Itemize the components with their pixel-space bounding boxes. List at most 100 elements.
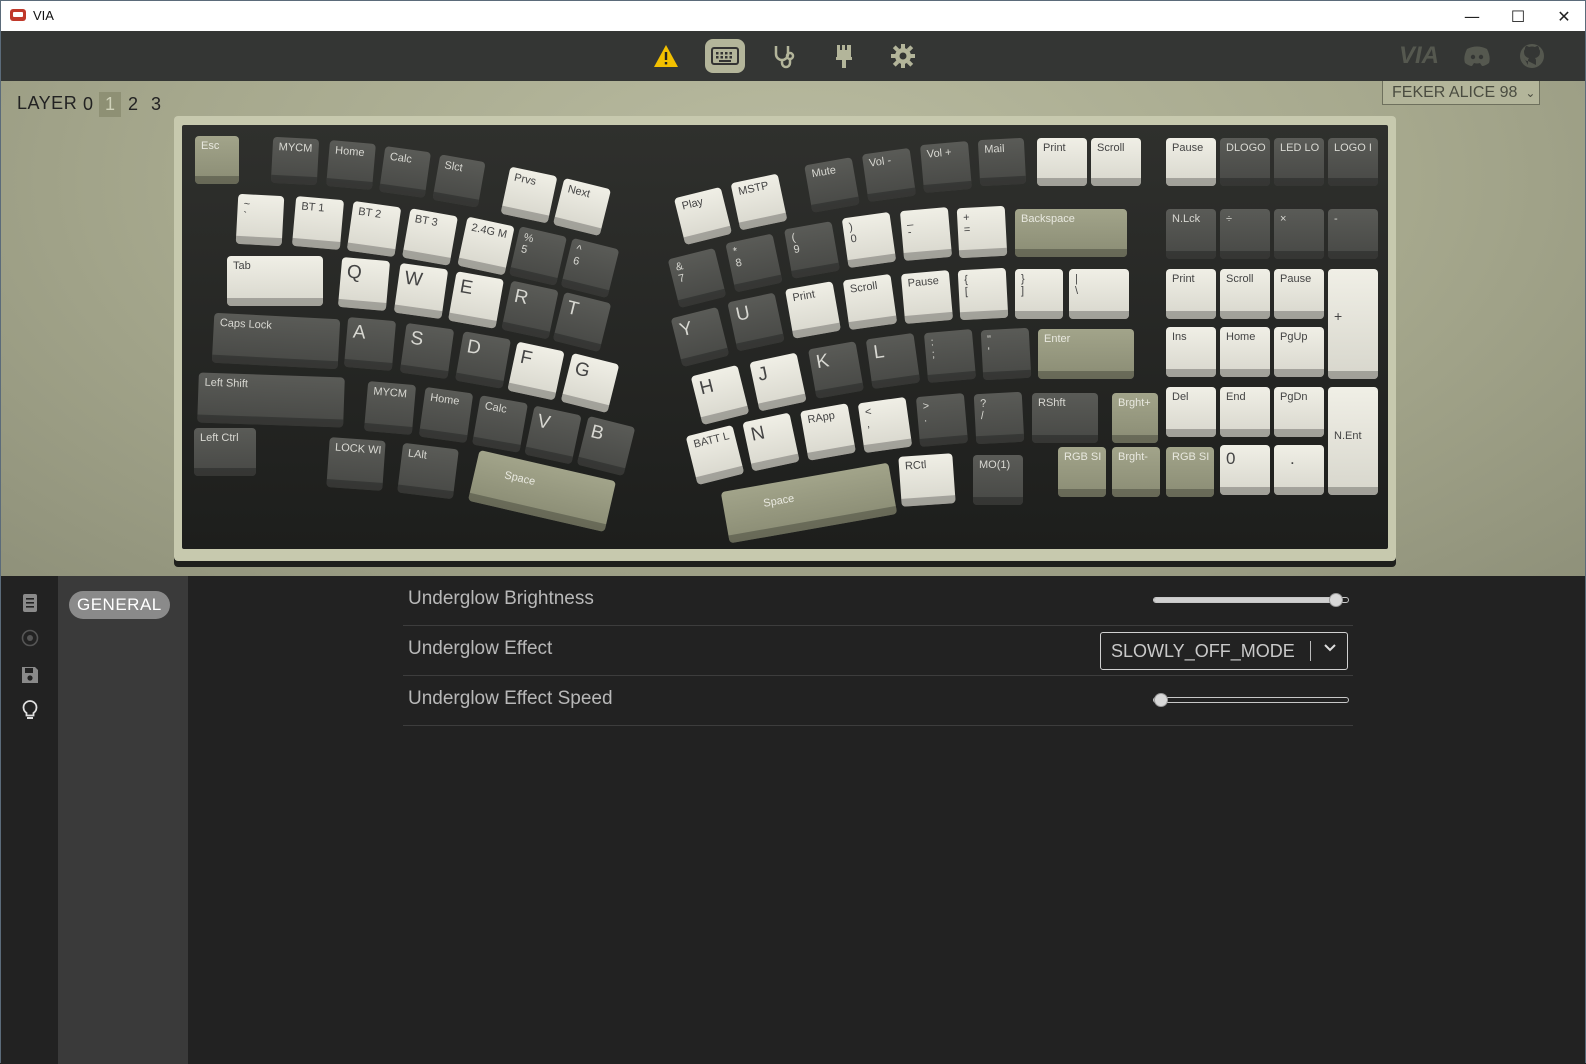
key-u[interactable]: U xyxy=(727,292,785,352)
key-pgdn[interactable]: PgDn xyxy=(1274,387,1324,437)
key-batt-l[interactable]: BATT L xyxy=(685,424,745,486)
key-np-scroll[interactable]: Scroll xyxy=(1220,269,1270,319)
lightbulb-icon[interactable] xyxy=(19,699,41,721)
key-a[interactable]: A xyxy=(343,317,397,371)
key-minus[interactable]: _ - xyxy=(899,207,953,261)
via-logo[interactable]: VIA xyxy=(1399,41,1439,71)
key-space-right[interactable]: Space xyxy=(720,462,898,544)
key-d[interactable]: D xyxy=(455,331,511,389)
key-pause-2[interactable]: Pause xyxy=(900,270,954,324)
speed-slider[interactable] xyxy=(1153,693,1349,707)
key-multiply[interactable]: × xyxy=(1274,209,1324,259)
key-period[interactable]: > . xyxy=(915,393,969,447)
key-scroll[interactable]: Scroll xyxy=(1091,138,1141,186)
key-led-lo[interactable]: LED LO xyxy=(1274,138,1324,186)
chevron-down-icon[interactable] xyxy=(1323,641,1337,658)
effect-select[interactable]: SLOWLY_OFF_MODE xyxy=(1100,632,1348,670)
key-right-bracket[interactable]: } ] xyxy=(1015,269,1063,319)
key-comma[interactable]: < , xyxy=(857,396,913,454)
key-ins[interactable]: Ins xyxy=(1166,327,1216,377)
key-l[interactable]: L xyxy=(865,332,921,390)
save-icon[interactable] xyxy=(19,664,41,686)
key-left-shift[interactable]: Left Shift xyxy=(197,372,345,428)
key-home-3[interactable]: Home xyxy=(418,386,474,444)
key-enter[interactable]: Enter xyxy=(1038,329,1134,379)
key-np-print[interactable]: Print xyxy=(1166,269,1216,319)
key-7[interactable]: & 7 xyxy=(667,247,727,309)
key-subtract[interactable]: - xyxy=(1328,209,1378,259)
key-backspace[interactable]: Backspace xyxy=(1015,209,1127,257)
key-mycm[interactable]: MYCM xyxy=(270,136,320,186)
key-esc[interactable]: Esc xyxy=(195,136,239,184)
key-v[interactable]: V xyxy=(524,405,582,465)
key-backslash[interactable]: | \ xyxy=(1069,269,1129,319)
key-rgb-si-2[interactable]: RGB SI xyxy=(1166,447,1214,497)
key-g[interactable]: G xyxy=(560,352,620,414)
close-button[interactable]: ✕ xyxy=(1541,1,1586,31)
brightness-slider[interactable] xyxy=(1153,593,1349,607)
key-tab[interactable]: Tab xyxy=(227,256,323,306)
key-numlock[interactable]: N.Lck xyxy=(1166,209,1216,259)
key-q[interactable]: Q xyxy=(337,257,391,311)
key-brightness-up[interactable]: Brght+ xyxy=(1112,393,1158,443)
key-equal[interactable]: + = xyxy=(956,205,1008,259)
layer-2-button[interactable]: 2 xyxy=(122,92,144,117)
menu-general-tab[interactable]: GENERAL xyxy=(69,591,170,619)
key-left-bracket[interactable]: { [ xyxy=(957,267,1009,321)
key-np-pause[interactable]: Pause xyxy=(1274,269,1324,319)
key-del[interactable]: Del xyxy=(1166,387,1216,437)
key-y[interactable]: Y xyxy=(670,306,730,368)
discord-icon[interactable] xyxy=(1457,39,1497,73)
key-lock-win[interactable]: LOCK WI xyxy=(326,437,386,491)
key-end[interactable]: End xyxy=(1220,387,1270,437)
github-icon[interactable] xyxy=(1512,39,1552,73)
maximize-button[interactable]: ☐ xyxy=(1495,1,1541,31)
key-print[interactable]: Print xyxy=(1037,138,1087,186)
layer-3-button[interactable]: 3 xyxy=(145,92,167,117)
settings-gear-icon[interactable] xyxy=(883,39,923,73)
key-w[interactable]: W xyxy=(393,262,449,320)
key-n[interactable]: N xyxy=(742,412,800,472)
key-mycm-2[interactable]: MYCM xyxy=(363,381,417,435)
key-np-dot[interactable]: . xyxy=(1274,445,1324,495)
keyboard-configure-icon[interactable] xyxy=(705,39,745,73)
key-rgb-si[interactable]: RGB SI xyxy=(1058,447,1106,497)
key-6[interactable]: ^ 6 xyxy=(560,237,620,299)
layer-1-button[interactable]: 1 xyxy=(99,92,121,117)
key-f[interactable]: F xyxy=(507,341,565,401)
key-logo[interactable]: LOGO I xyxy=(1328,138,1378,186)
key-24g[interactable]: 2.4G M xyxy=(457,216,515,276)
layer-0-button[interactable]: 0 xyxy=(77,92,99,117)
key-e[interactable]: E xyxy=(448,271,504,329)
key-mute[interactable]: Mute xyxy=(804,157,860,213)
speed-slider-thumb[interactable] xyxy=(1154,693,1168,707)
key-b[interactable]: B xyxy=(576,415,636,477)
key-vol-up[interactable]: Vol + xyxy=(919,140,973,194)
key-home-2[interactable]: Home xyxy=(1220,327,1270,377)
warning-icon[interactable] xyxy=(646,39,686,73)
keyboard-selector[interactable]: FEKER ALICE 98 ⌄ xyxy=(1382,81,1540,105)
key-j[interactable]: J xyxy=(749,352,807,412)
stethoscope-test-icon[interactable] xyxy=(764,39,804,73)
key-9[interactable]: ( 9 xyxy=(784,221,840,279)
key-quote[interactable]: " ' xyxy=(980,327,1032,381)
key-prvs[interactable]: Prvs xyxy=(500,166,558,224)
design-brush-icon[interactable] xyxy=(824,39,864,73)
key-calc-2[interactable]: Calc xyxy=(472,395,528,453)
key-caps-lock[interactable]: Caps Lock xyxy=(211,312,341,370)
key-next[interactable]: Next xyxy=(552,177,612,237)
key-rapp[interactable]: RApp xyxy=(800,403,856,461)
key-tilde[interactable]: ~ ` xyxy=(235,193,285,247)
book-icon[interactable] xyxy=(19,592,41,614)
key-play[interactable]: Play xyxy=(673,186,733,246)
key-mail[interactable]: Mail xyxy=(977,137,1027,187)
key-bt3[interactable]: BT 3 xyxy=(402,208,458,266)
key-vol-down[interactable]: Vol - xyxy=(861,147,917,203)
record-icon[interactable] xyxy=(19,627,41,649)
key-s[interactable]: S xyxy=(399,322,455,380)
key-print-2[interactable]: Print xyxy=(785,281,841,339)
key-r[interactable]: R xyxy=(501,280,559,340)
key-8[interactable]: * 8 xyxy=(725,233,783,293)
key-h[interactable]: H xyxy=(690,364,750,426)
key-semicolon[interactable]: : ; xyxy=(923,329,977,383)
